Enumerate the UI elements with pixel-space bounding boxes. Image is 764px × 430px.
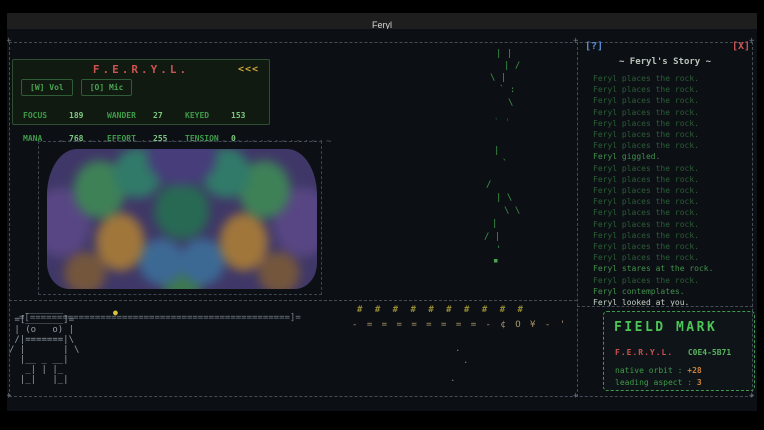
right-panel: [?] [X] ~ Feryl's Story ~ Feryl places t… [577,42,753,397]
deco-row: - = = = = = = = = - ¢ O ¥ - ' [352,320,567,330]
field-mark-name: F.E.R.Y.L. [615,348,673,357]
orbit-row: native orbit : +28 [615,366,754,376]
story-line: Feryl places the rock. [593,241,713,252]
floor-divider [9,300,577,301]
pen-top-decoration: ~·~·~·~·~·~·~·~·~·~·~·~·~·~·~·~·~·~·~ [59,137,333,147]
field-mark-panel: FIELD MARK F.E.R.Y.L. C0E4-5B71 native o… [603,311,755,391]
field-mark-code: C0E4-5B71 [688,348,731,357]
hud-buttons-row: [W] Vol [O] Mic [21,79,269,96]
story-divider [577,306,753,307]
stat-value: 153 [231,111,245,120]
story-line: Feryl places the rock. [593,107,713,118]
story-title: ~ Feryl's Story ~ [577,57,753,67]
story-line: Feryl places the rock. [593,196,713,207]
aspect-label: leading aspect : [615,378,692,387]
creature-texture [47,149,317,289]
window-titlebar[interactable]: Feryl [7,13,757,29]
story-line: Feryl places the rock. [593,219,713,230]
stat-value: 189 [69,111,83,120]
field-mark-id-row: F.E.R.Y.L. C0E4-5B71 [615,340,754,359]
stat-label: KEYED [185,111,231,120]
story-line: Feryl places the rock. [593,140,713,151]
orbit-label: native orbit : [615,366,682,375]
story-line: Feryl giggled. [593,151,713,162]
orbit-value: +28 [687,366,701,375]
story-line: Feryl places the rock. [593,207,713,218]
hash-row: # # # # # # # # # # [357,305,526,315]
field-mark-rows: native orbit : +28 leading aspect : 3 [604,366,754,388]
stat-focus: FOCUS189 [23,103,107,122]
aspect-row: leading aspect : 3 [615,378,754,388]
screen: Feryl F.E.R.Y.L. <<< [W] Vol [O] Mic FOC… [0,0,764,430]
stat-keyed: KEYED153 [185,103,269,122]
story-line: Feryl places the rock. [593,129,713,140]
story-line: Feryl contemplates. [593,286,713,297]
story-line: Feryl places the rock. [593,174,713,185]
field-mark-title: FIELD MARK [614,320,754,335]
close-button[interactable]: [X] [732,41,750,52]
creature-blob[interactable] [47,149,317,289]
hud-title-row: F.E.R.Y.L. <<< [13,60,269,75]
rock[interactable]: ● [113,308,118,317]
volume-button[interactable]: [W] Vol [21,79,73,96]
story-line: Feryl places the rock. [593,185,713,196]
game-viewport: F.E.R.Y.L. <<< [W] Vol [O] Mic FOCUS189 … [7,29,757,411]
stat-wander: WANDER27 [107,103,185,122]
stat-label: FOCUS [23,111,69,120]
story-line: Feryl places the rock. [593,163,713,174]
story-line: Feryl places the rock. [593,118,713,129]
help-button[interactable]: [?] [585,41,603,52]
hud-title: F.E.R.Y.L. [93,63,189,76]
story-line: Feryl stares at the rock. [593,263,713,274]
story-line: Feryl places the rock. [593,252,713,263]
stat-label: WANDER [107,111,153,120]
stat-value: 27 [153,111,163,120]
story-line: Feryl places the rock. [593,275,713,286]
hud-panel: F.E.R.Y.L. <<< [W] Vol [O] Mic FOCUS189 … [12,59,270,125]
story-line: Feryl places the rock. [593,95,713,106]
hud-arrows-decoration: <<< [238,64,259,75]
story-line: Feryl places the rock. [593,84,713,95]
mic-button[interactable]: [O] Mic [81,79,133,96]
story-line: Feryl places the rock. [593,230,713,241]
aspect-value: 3 [697,378,702,387]
story-line: Feryl places the rock. [593,73,713,84]
robot-art: _______ =[_______]= | (o o) | /|=======|… [9,305,79,385]
story-lines: Feryl places the rock.Feryl places the r… [593,73,713,308]
